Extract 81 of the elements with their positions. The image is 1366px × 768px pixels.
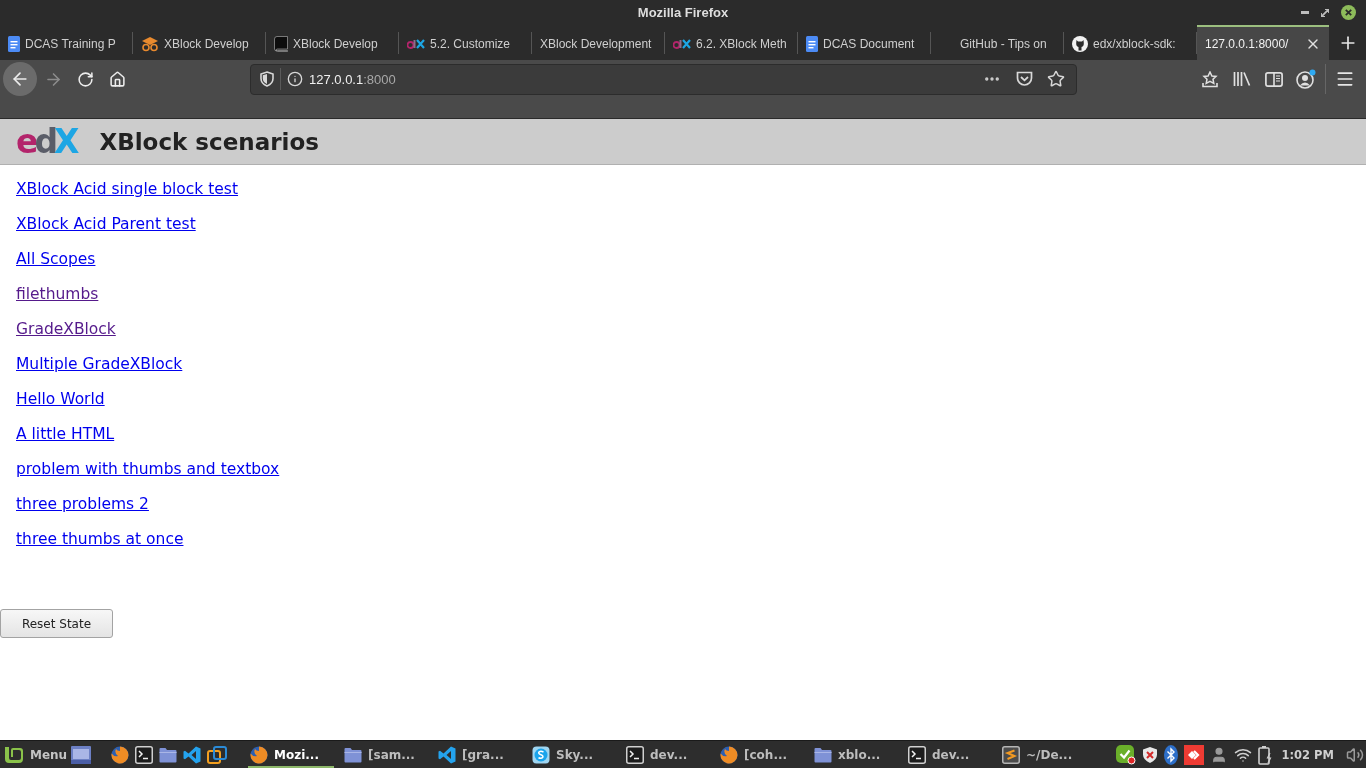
taskbar-window-button[interactable]: xblo... — [812, 741, 898, 768]
scenario-link[interactable]: three problems 2 — [16, 494, 149, 513]
tab[interactable]: GitHub - Tips on — [931, 25, 1063, 60]
account-icon[interactable] — [1296, 69, 1316, 89]
info-icon[interactable] — [287, 71, 303, 87]
taskbar-window-button[interactable]: [sam... — [342, 741, 428, 768]
scenario-link[interactable]: three thumbs at once — [16, 529, 184, 548]
reset-state-button[interactable]: Reset State — [0, 609, 113, 638]
document-icon — [806, 35, 818, 52]
taskbar-window-button[interactable]: Mozi... — [248, 741, 334, 768]
scenario-link[interactable]: problem with thumbs and textbox — [16, 459, 280, 478]
leaf-logo-icon — [4, 745, 24, 764]
bluetooth-icon[interactable] — [1163, 744, 1178, 765]
back-button[interactable] — [3, 62, 37, 96]
cat-logo-icon — [1072, 35, 1088, 52]
skype-icon — [532, 745, 550, 764]
close-icon[interactable] — [1341, 5, 1356, 20]
terminal-icon — [626, 745, 644, 764]
globe-fox-icon[interactable] — [111, 745, 129, 764]
tab[interactable]: edx/xblock-sdk: — [1064, 25, 1196, 60]
book-icon — [274, 35, 288, 52]
taskbar-window-button[interactable]: dev... — [906, 741, 992, 768]
tab[interactable]: DCAS Training P — [0, 25, 132, 60]
home-icon[interactable] — [108, 70, 126, 88]
volume-icon[interactable] — [1346, 745, 1364, 764]
chevrons-tile-icon[interactable] — [1183, 744, 1204, 765]
scenario-link[interactable]: A little HTML — [16, 424, 115, 443]
code-editor-icon — [438, 745, 456, 764]
tab[interactable]: XBlock Develop — [266, 25, 398, 60]
shield-icon[interactable] — [1141, 745, 1158, 764]
restore-icon[interactable] — [1321, 8, 1329, 17]
scenario-link[interactable]: XBlock Acid Parent test — [16, 214, 196, 233]
start-menu-button[interactable]: Menu — [0, 745, 70, 764]
scenario-link[interactable]: XBlock Acid single block test — [16, 179, 239, 198]
globe-fox-icon — [250, 745, 268, 764]
logo: edX — [16, 125, 77, 158]
star-tray-icon[interactable] — [1202, 70, 1218, 88]
tab[interactable]: DCAS Document — [798, 25, 930, 60]
tab[interactable]: 5.2. Customize — [399, 25, 531, 60]
tab[interactable]: XBlock Development — [532, 25, 664, 60]
scenario-link[interactable]: filethumbs — [16, 284, 99, 303]
shield-icon[interactable] — [260, 71, 274, 87]
editor-icon — [1002, 745, 1020, 764]
pocket-icon[interactable] — [1015, 71, 1033, 87]
tab[interactable]: 6.2. XBlock Meth — [665, 25, 797, 60]
check-badge-icon[interactable] — [1115, 744, 1136, 765]
window-title: Mozilla Firefox — [637, 5, 729, 20]
globe-fox-icon — [720, 745, 738, 764]
page-heading: XBlock scenarios — [99, 128, 319, 155]
folder-icon — [814, 746, 832, 763]
document-icon — [8, 35, 20, 52]
taskbar-window-button[interactable]: ~/De... — [1000, 741, 1086, 768]
address-field[interactable]: 127.0.0.1:8000 — [250, 63, 1077, 95]
taskbar-window-button[interactable]: [coh... — [718, 741, 804, 768]
taskbar-window-button[interactable]: dev... — [624, 741, 710, 768]
url-text: 127.0.0.1:8000 — [309, 71, 397, 87]
code-editor-icon[interactable] — [183, 745, 201, 764]
taskbar-window-button[interactable]: Sky... — [530, 741, 616, 768]
clock: 1:02 PM — [1281, 747, 1334, 762]
library-icon[interactable] — [1233, 71, 1251, 87]
cap-goggles-icon — [141, 35, 159, 52]
logo-icon — [407, 37, 425, 50]
squares-icon[interactable] — [207, 744, 227, 765]
folder-icon[interactable] — [159, 746, 177, 763]
taskbar-window-button[interactable]: [gra... — [436, 741, 522, 768]
terminal-icon[interactable] — [135, 745, 153, 764]
folder-icon — [344, 746, 362, 763]
scenario-link[interactable]: Hello World — [16, 389, 105, 408]
tab[interactable]: 127.0.0.1:8000/ — [1197, 25, 1329, 60]
bookmark-star-icon[interactable] — [1047, 70, 1065, 88]
show-desktop-icon[interactable] — [70, 744, 92, 765]
reload-icon[interactable] — [76, 70, 94, 88]
sidebar-icon[interactable] — [1265, 71, 1283, 87]
scenario-link[interactable]: All Scopes — [16, 249, 96, 268]
menu-icon[interactable] — [1335, 69, 1355, 89]
tab[interactable]: XBlock Develop — [133, 25, 265, 60]
logo-icon — [673, 37, 691, 50]
scenario-link[interactable]: Multiple GradeXBlock — [16, 354, 183, 373]
terminal-icon — [908, 745, 926, 764]
battery-icon[interactable] — [1257, 744, 1272, 765]
scenario-link[interactable]: GradeXBlock — [16, 319, 116, 338]
